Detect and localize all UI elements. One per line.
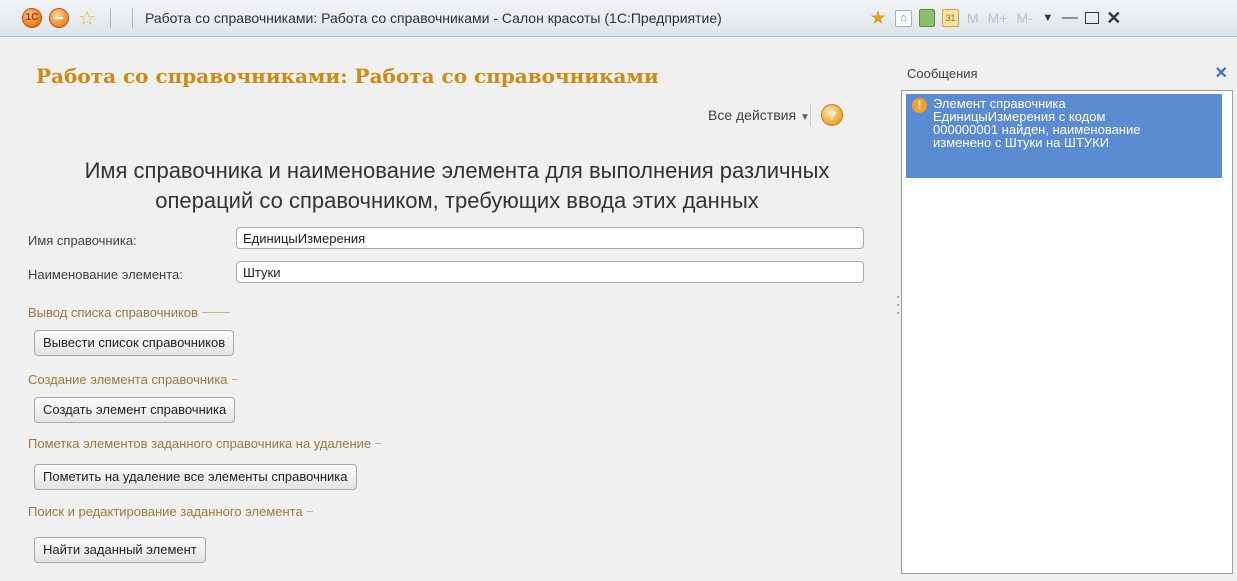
catalog-name-input[interactable]: [236, 227, 864, 249]
all-actions-menu[interactable]: Все действия ▼: [708, 107, 810, 123]
catalog-form: Работа со справочниками: Работа со справ…: [22, 40, 892, 580]
create-element-button[interactable]: Создать элемент справочника: [34, 397, 236, 423]
all-actions-label: Все действия: [708, 107, 797, 123]
minimize-icon[interactable]: —: [1062, 8, 1078, 28]
group-divider: [306, 511, 313, 512]
list-catalogs-button[interactable]: Вывести список справочников: [34, 330, 235, 356]
maximize-icon[interactable]: [1084, 12, 1099, 24]
group-divider: [201, 312, 230, 313]
memory-m-icon[interactable]: M: [966, 8, 980, 28]
element-name-input[interactable]: [236, 261, 864, 283]
memory-m-minus-icon[interactable]: M-: [1016, 8, 1034, 28]
element-name-label: Наименование элемента:: [28, 267, 183, 282]
window-close-icon[interactable]: ✕: [1106, 8, 1122, 28]
group-divider: [231, 379, 238, 380]
form-heading-line: Имя справочника и наименование элемента …: [84, 158, 830, 183]
group-label-mark-deletion: Пометка элементов заданного справочника …: [28, 436, 382, 451]
calculator-icon[interactable]: [919, 9, 935, 27]
messages-title: Сообщения: [907, 66, 978, 81]
window-title: Работа со справочниками: Работа со справ…: [145, 10, 722, 26]
toolbar-separator: [132, 8, 133, 28]
group-label-list-catalogs: Вывод списка справочников: [28, 305, 230, 320]
chevron-down-icon[interactable]: ▼: [1041, 8, 1055, 28]
messages-list[interactable]: ! Элемент справочника ЕдиницыИзмерения с…: [901, 90, 1233, 574]
form-heading: Имя справочника и наименование элемента …: [22, 156, 892, 216]
catalog-name-label: Имя справочника:: [28, 233, 137, 248]
group-label-create-element: Создание элемента справочника: [28, 372, 238, 387]
form-title: Работа со справочниками: Работа со справ…: [36, 64, 659, 88]
titlebar-tools: ★ ⌂ 31 M M+ M- ▼ — ✕: [868, 6, 1122, 30]
toolbar-separator: [110, 8, 111, 28]
form-heading-line: операций со справочником, требующих ввод…: [155, 188, 759, 213]
chevron-down-icon: ▼: [800, 112, 810, 123]
find-element-button[interactable]: Найти заданный элемент: [34, 537, 206, 563]
warning-icon: !: [912, 98, 927, 113]
help-icon[interactable]: ?: [821, 104, 843, 126]
close-icon[interactable]: ×: [1215, 62, 1227, 85]
favorites-star-icon[interactable]: ☆: [78, 6, 96, 31]
memory-m-plus-icon[interactable]: M+: [987, 8, 1009, 28]
message-item[interactable]: ! Элемент справочника ЕдиницыИзмерения с…: [906, 94, 1222, 178]
message-text: Элемент справочника ЕдиницыИзмерения с к…: [933, 96, 1141, 150]
mark-for-deletion-button[interactable]: Пометить на удаление все элементы справо…: [34, 464, 357, 490]
main-menu-icon[interactable]: [49, 8, 69, 28]
toolbar-separator: [810, 104, 811, 126]
window-titlebar: 1С ☆ Работа со справочниками: Работа со …: [0, 0, 1237, 37]
app-logo-icon[interactable]: 1С: [22, 8, 42, 28]
history-icon[interactable]: ⌂: [895, 9, 912, 27]
calendar-icon[interactable]: 31: [942, 9, 959, 27]
group-label-find-element: Поиск и редактирование заданного элемент…: [28, 504, 313, 519]
messages-panel: Сообщения × ! Элемент справочника Единиц…: [901, 56, 1233, 576]
group-divider: [375, 443, 382, 444]
add-to-favorites-icon[interactable]: ★: [868, 8, 888, 29]
